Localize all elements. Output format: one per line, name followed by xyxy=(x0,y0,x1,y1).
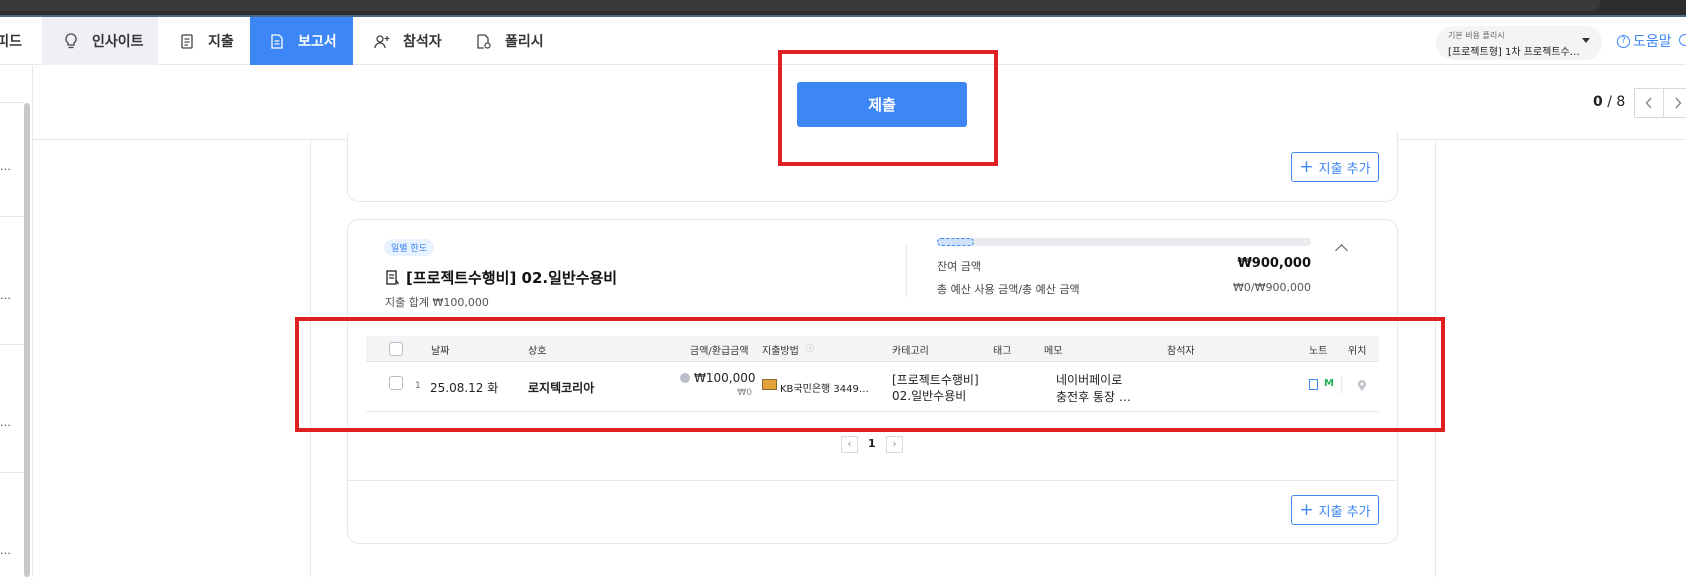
ellipsis-icon: … xyxy=(0,289,11,302)
policy-selector[interactable]: 기본 비용 폴리시 [프로젝트형] 1차 프로젝트수… xyxy=(1436,26,1602,60)
document-icon xyxy=(268,32,286,50)
lightbulb-icon xyxy=(62,32,80,50)
annotation-box-table xyxy=(295,317,1445,432)
plus-icon: + xyxy=(1299,156,1314,177)
policy-icon xyxy=(475,32,493,50)
budget-progress-track xyxy=(937,238,1311,246)
ellipsis-icon: … xyxy=(0,544,11,557)
tab-report[interactable]: 보고서 xyxy=(250,17,353,65)
add-expense-label: 지출 추가 xyxy=(1318,504,1371,520)
chevron-left-icon xyxy=(1645,97,1652,109)
prev-report-button[interactable] xyxy=(1634,88,1664,118)
list-item[interactable] xyxy=(0,66,24,103)
add-expense-label: 지출 추가 xyxy=(1318,161,1371,177)
pager-current: 0 xyxy=(1593,94,1603,110)
tab-feed[interactable]: 피드 xyxy=(0,17,36,65)
chevron-right-icon xyxy=(1675,97,1682,109)
budget-progress-fill xyxy=(937,238,974,246)
add-expense-button[interactable]: + 지출 추가 xyxy=(1291,495,1379,525)
receipt-icon xyxy=(386,269,400,286)
add-expense-button[interactable]: + 지출 추가 xyxy=(1291,152,1379,182)
page-current[interactable]: 1 xyxy=(868,437,876,450)
list-item[interactable] xyxy=(0,217,24,345)
plus-icon: + xyxy=(1299,499,1314,520)
total-budget-label: 총 예산 사용 금액/총 예산 금액 xyxy=(937,283,1080,296)
total-budget-value: ₩0/₩900,000 xyxy=(1233,281,1311,294)
page-next-button[interactable]: › xyxy=(886,436,903,453)
tab-insight[interactable]: 인사이트 xyxy=(42,17,158,65)
help-link[interactable]: ? 도움말 xyxy=(1617,31,1672,51)
list-item[interactable] xyxy=(0,473,24,577)
divider xyxy=(348,480,1397,481)
remaining-label: 잔여 금액 xyxy=(937,260,981,273)
question-icon: ? xyxy=(1617,34,1630,48)
user-add-icon xyxy=(373,32,391,50)
tab-insight-label: 인사이트 xyxy=(92,34,144,50)
receipt-icon xyxy=(178,32,196,50)
ellipsis-icon: … xyxy=(0,416,11,429)
tab-attendee[interactable]: 참석자 xyxy=(353,17,453,65)
policy-selector-value: [프로젝트형] 1차 프로젝트수… xyxy=(1448,47,1580,58)
divider xyxy=(906,245,907,297)
tab-expense-label: 지출 xyxy=(208,34,234,50)
page-prev-button[interactable]: ‹ xyxy=(841,436,858,453)
help-label: 도움말 xyxy=(1633,34,1672,50)
annotation-box-submit xyxy=(778,50,998,166)
scrollbar[interactable] xyxy=(24,103,30,577)
report-pager: 0 / 8 xyxy=(1593,94,1625,110)
tab-expense[interactable]: 지출 xyxy=(158,17,250,65)
limit-badge: 일별 한도 xyxy=(384,239,434,256)
category-title-text: [프로젝트수행비] 02.일반수용비 xyxy=(406,269,618,287)
address-bar xyxy=(0,0,1600,11)
report-list-panel: … … … … xyxy=(0,66,33,577)
tab-attendee-label: 참석자 xyxy=(403,34,442,50)
pager-total: / 8 xyxy=(1607,94,1626,110)
tab-policy[interactable]: 폴리시 xyxy=(453,17,553,65)
window-titlebar xyxy=(0,0,1686,17)
ellipsis-icon: … xyxy=(0,160,11,173)
profile-icon[interactable] xyxy=(1679,34,1686,46)
tab-feed-label: 피드 xyxy=(0,34,22,50)
policy-selector-label: 기본 비용 폴리시 xyxy=(1448,31,1505,40)
caret-down-icon xyxy=(1582,38,1590,43)
next-report-button[interactable] xyxy=(1663,88,1686,118)
tab-report-label: 보고서 xyxy=(298,34,337,50)
list-item[interactable] xyxy=(0,345,24,473)
category-title: [프로젝트수행비] 02.일반수용비 xyxy=(386,267,617,288)
remaining-value: ₩900,000 xyxy=(1237,256,1311,271)
expense-sum: 지출 합계 ₩100,000 xyxy=(385,296,489,309)
tab-policy-label: 폴리시 xyxy=(505,34,544,50)
